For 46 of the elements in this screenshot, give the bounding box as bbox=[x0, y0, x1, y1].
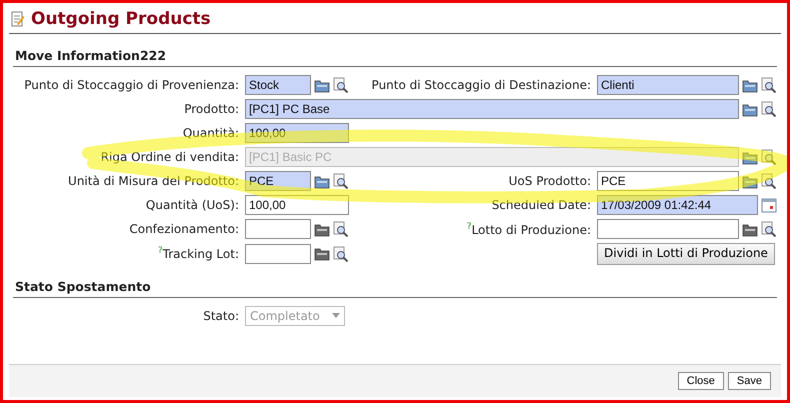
input-field[interactable]: 17/03/2009 01:42:44 bbox=[597, 195, 758, 215]
field-label: Unità di Misura del Prodotto: bbox=[67, 174, 239, 188]
search-icon[interactable] bbox=[761, 221, 777, 237]
field-label: Punto di Stoccaggio di Destinazione: bbox=[370, 78, 591, 92]
folder-icon[interactable] bbox=[742, 150, 758, 164]
page-title: Outgoing Products bbox=[31, 9, 211, 29]
field-label: Punto di Stoccaggio di Provenienza: bbox=[23, 78, 239, 92]
input-field[interactable] bbox=[597, 219, 739, 239]
footer-button[interactable]: Close bbox=[678, 372, 724, 390]
field-label: Quantità (UoS): bbox=[144, 198, 239, 212]
search-icon[interactable] bbox=[761, 101, 777, 117]
search-icon[interactable] bbox=[333, 221, 349, 237]
folder-icon[interactable] bbox=[742, 78, 758, 92]
field-label: Stato: bbox=[202, 308, 239, 323]
input-field[interactable]: PCE bbox=[245, 171, 311, 191]
folder-icon[interactable] bbox=[742, 102, 758, 116]
section-title: Stato Spostamento bbox=[13, 278, 777, 298]
input-field[interactable]: 100,00 bbox=[245, 195, 349, 215]
input-field[interactable]: Stock bbox=[245, 75, 311, 95]
section-title: Move Information222 bbox=[13, 48, 777, 67]
field-label: UoS Prodotto: bbox=[508, 174, 591, 188]
folder-icon[interactable] bbox=[742, 222, 758, 236]
search-icon[interactable] bbox=[761, 173, 777, 189]
caret-icon bbox=[332, 313, 340, 318]
folder-icon[interactable] bbox=[314, 222, 330, 236]
edit-icon bbox=[11, 11, 25, 27]
input-field[interactable]: Clienti bbox=[597, 75, 739, 95]
folder-icon[interactable] bbox=[314, 174, 330, 188]
footer-button[interactable]: Save bbox=[728, 372, 771, 390]
field-label: Confezionamento: bbox=[128, 222, 239, 236]
search-icon[interactable] bbox=[333, 246, 349, 262]
folder-icon[interactable] bbox=[314, 78, 330, 92]
field-label: $^{?}$Tracking Lot: bbox=[156, 246, 239, 262]
field-label: $^{?}$Lotto di Produzione: bbox=[466, 222, 591, 236]
search-icon[interactable] bbox=[333, 77, 349, 93]
field-label: Prodotto: bbox=[183, 102, 239, 116]
search-icon[interactable] bbox=[761, 77, 777, 93]
folder-icon[interactable] bbox=[742, 174, 758, 188]
input-field[interactable]: PCE bbox=[597, 171, 739, 191]
input-field[interactable]: [PC1] PC Base bbox=[245, 99, 739, 119]
calendar-icon[interactable] bbox=[761, 197, 777, 213]
split-lots-button[interactable]: Dividi in Lotti di Produzione bbox=[597, 243, 775, 265]
folder-icon[interactable] bbox=[314, 246, 330, 262]
search-icon[interactable] bbox=[333, 173, 349, 189]
input-field[interactable] bbox=[245, 219, 311, 239]
input-field[interactable] bbox=[245, 244, 311, 264]
